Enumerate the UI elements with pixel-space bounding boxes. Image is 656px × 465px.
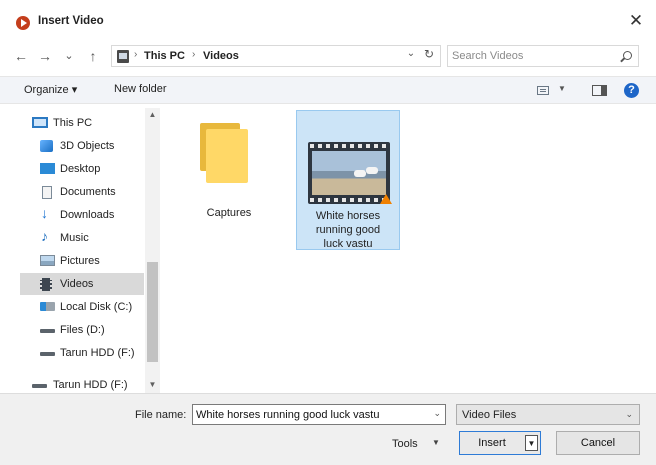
recent-locations-button[interactable]: ⌄ bbox=[60, 46, 78, 66]
pc-icon bbox=[32, 117, 48, 128]
file-label-line: luck vastu bbox=[323, 238, 373, 250]
drive-icon bbox=[32, 384, 47, 388]
address-row: ← → ⌄ ↑ › This PC › Videos ⌄ ↻ bbox=[0, 44, 656, 70]
sidebar-item-music[interactable]: ♪ Music bbox=[20, 227, 144, 249]
file-label: Captures bbox=[206, 207, 252, 219]
film-strip-icon bbox=[40, 278, 52, 291]
refresh-button[interactable]: ↻ bbox=[422, 47, 436, 61]
horse-shape bbox=[354, 170, 366, 177]
sidebar-item-label: Files (D:) bbox=[60, 324, 105, 336]
film-perforations bbox=[310, 144, 388, 148]
search-input[interactable] bbox=[452, 48, 612, 64]
file-name-dropdown-caret[interactable]: ⌄ bbox=[433, 408, 441, 419]
sidebar-item-tarun-hdd-f[interactable]: Tarun HDD (F:) bbox=[20, 342, 144, 364]
sidebar-item-label: Tarun HDD (F:) bbox=[53, 379, 128, 391]
sidebar-item-label: 3D Objects bbox=[60, 140, 115, 152]
sidebar-item-3d-objects[interactable]: 3D Objects bbox=[20, 135, 144, 157]
view-options-caret[interactable]: ▼ bbox=[558, 84, 566, 93]
file-name-label: File name: bbox=[135, 409, 187, 421]
dialog-title: Insert Video bbox=[38, 15, 104, 27]
help-icon[interactable]: ? bbox=[624, 83, 639, 98]
address-dropdown-button[interactable]: ⌄ bbox=[404, 48, 418, 59]
preview-pane-icon[interactable] bbox=[592, 85, 607, 96]
sidebar-item-pictures[interactable]: Pictures bbox=[20, 250, 144, 272]
breadcrumb-videos[interactable]: Videos bbox=[203, 50, 239, 62]
download-arrow-icon: ↓ bbox=[41, 205, 48, 221]
pictures-icon bbox=[40, 255, 55, 266]
video-library-icon bbox=[117, 50, 129, 63]
breadcrumb-this-pc[interactable]: This PC bbox=[144, 50, 185, 62]
sidebar-item-label: Pictures bbox=[60, 255, 100, 267]
folder-icon bbox=[200, 123, 250, 187]
insert-options-dropdown[interactable]: ▼ bbox=[525, 435, 538, 451]
scrollbar-thumb[interactable] bbox=[147, 262, 158, 362]
file-type-value: Video Files bbox=[462, 409, 517, 421]
scroll-up-arrow[interactable]: ▲ bbox=[147, 110, 158, 119]
tools-button[interactable]: Tools bbox=[392, 438, 418, 450]
sidebar-item-label: Music bbox=[60, 232, 89, 244]
command-bar: Organize ▾ New folder ▼ ? bbox=[0, 76, 656, 104]
sidebar-item-label: Desktop bbox=[60, 163, 101, 175]
scroll-down-arrow[interactable]: ▼ bbox=[147, 380, 158, 389]
film-perforations bbox=[310, 198, 388, 202]
sidebar-item-label: Tarun HDD (F:) bbox=[60, 347, 135, 359]
windows-drive-icon bbox=[40, 302, 55, 311]
file-type-select[interactable]: Video Files ⌄ bbox=[456, 404, 640, 425]
file-label-line: White horses bbox=[315, 210, 381, 222]
new-folder-button[interactable]: New folder bbox=[114, 83, 167, 95]
sidebar-item-label: Local Disk (C:) bbox=[60, 301, 133, 313]
search-icon[interactable] bbox=[623, 51, 632, 60]
video-white-horses[interactable]: White horses running good luck vastu bbox=[296, 110, 400, 250]
video-thumbnail bbox=[308, 142, 392, 204]
back-button[interactable]: ← bbox=[12, 46, 30, 66]
horse-shape bbox=[366, 167, 378, 174]
drive-icon bbox=[40, 329, 55, 333]
file-name-combobox[interactable]: ⌄ bbox=[192, 404, 446, 425]
music-note-icon: ♪ bbox=[41, 228, 48, 244]
breadcrumb-separator: › bbox=[192, 49, 196, 60]
drive-icon bbox=[40, 352, 55, 356]
breadcrumb-separator: › bbox=[134, 49, 138, 60]
dialog-footer: File name: ⌄ Video Files ⌄ Tools ▼ Inser… bbox=[0, 393, 656, 465]
sidebar-item-desktop[interactable]: Desktop bbox=[20, 158, 144, 180]
sidebar-item-label: Documents bbox=[60, 186, 116, 198]
navigation-pane: This PC 3D Objects Desktop Documents ↓ D… bbox=[20, 108, 160, 393]
sidebar-item-files-d[interactable]: Files (D:) bbox=[20, 319, 144, 341]
sidebar-item-documents[interactable]: Documents bbox=[20, 181, 144, 203]
file-name-input[interactable] bbox=[196, 407, 422, 422]
change-view-icon[interactable] bbox=[537, 86, 549, 95]
file-label-line: running good bbox=[315, 224, 381, 236]
search-box[interactable] bbox=[447, 45, 639, 67]
insert-button[interactable]: Insert ▼ bbox=[459, 431, 541, 455]
title-bar: Insert Video ✕ bbox=[0, 0, 656, 38]
desktop-icon bbox=[40, 163, 55, 174]
powerpoint-app-icon bbox=[16, 16, 30, 30]
sidebar-item-label: This PC bbox=[53, 117, 93, 129]
close-button[interactable]: ✕ bbox=[624, 10, 648, 32]
documents-icon bbox=[42, 186, 52, 199]
sidebar-item-downloads[interactable]: ↓ Downloads bbox=[20, 204, 144, 226]
file-type-caret: ⌄ bbox=[625, 409, 633, 419]
file-list: Captures White horses running good luck … bbox=[162, 106, 656, 391]
folder-captures[interactable]: Captures bbox=[190, 114, 268, 232]
3d-objects-icon bbox=[40, 140, 53, 152]
navigation-scrollbar[interactable]: ▲ ▼ bbox=[145, 108, 160, 393]
sidebar-item-label: Videos bbox=[60, 278, 94, 290]
vlc-cone-icon bbox=[380, 194, 392, 204]
sidebar-item-local-disk-c[interactable]: Local Disk (C:) bbox=[20, 296, 144, 318]
folder-front-panel bbox=[206, 129, 248, 183]
sidebar-item-videos[interactable]: Videos bbox=[20, 273, 144, 295]
tools-dropdown-caret[interactable]: ▼ bbox=[432, 438, 440, 447]
forward-button[interactable]: → bbox=[36, 46, 54, 66]
address-bar[interactable]: › This PC › Videos ⌄ ↻ bbox=[111, 45, 441, 67]
cancel-button[interactable]: Cancel bbox=[556, 431, 640, 455]
sidebar-item-this-pc[interactable]: This PC bbox=[20, 112, 144, 134]
sidebar-item-label: Downloads bbox=[60, 209, 115, 221]
organize-button[interactable]: Organize ▾ bbox=[24, 83, 77, 96]
insert-button-label: Insert bbox=[478, 437, 506, 449]
up-folder-button[interactable]: ↑ bbox=[84, 46, 102, 66]
